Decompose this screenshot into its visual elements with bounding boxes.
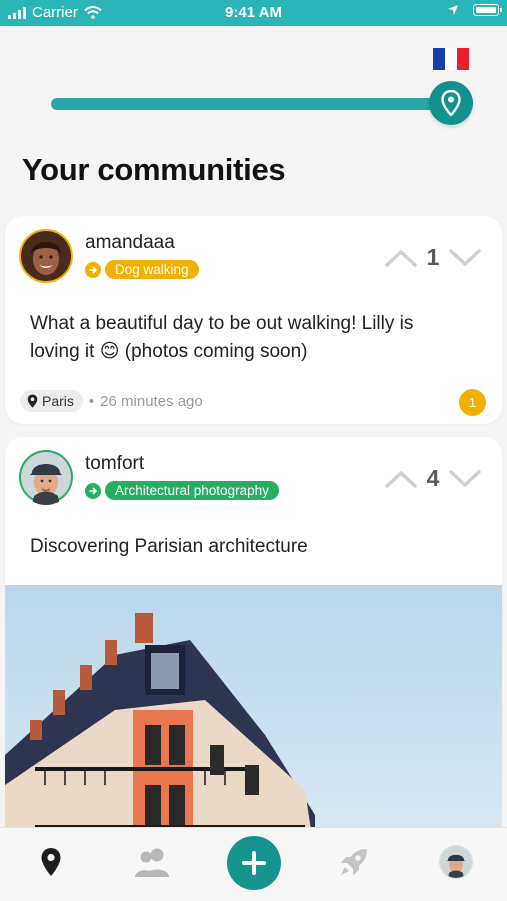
nav-people-icon[interactable] bbox=[132, 842, 172, 882]
avatar bbox=[439, 845, 473, 879]
post-photo[interactable] bbox=[5, 585, 502, 857]
vote-control: 4 bbox=[384, 465, 482, 492]
battery-icon bbox=[473, 4, 502, 16]
location-arrow-icon bbox=[448, 5, 458, 15]
community-label: Architectural photography bbox=[105, 481, 279, 500]
vote-count: 1 bbox=[426, 244, 440, 270]
nav-map-pin-icon[interactable] bbox=[31, 842, 71, 882]
france-flag-icon[interactable] bbox=[433, 48, 469, 70]
post-card[interactable]: tomfort Architectural photography 4 Disc… bbox=[5, 437, 502, 857]
post-text: Discovering Parisian architecture bbox=[30, 536, 308, 557]
status-right bbox=[447, 4, 502, 16]
post-card[interactable]: amandaaa Dog walking 1 What a beautiful … bbox=[5, 216, 502, 424]
arrow-right-icon bbox=[85, 261, 101, 278]
add-post-button[interactable] bbox=[227, 836, 281, 890]
separator-dot: • bbox=[88, 392, 95, 410]
username[interactable]: tomfort bbox=[85, 453, 144, 475]
map-pin-icon bbox=[441, 90, 461, 116]
community-label: Dog walking bbox=[105, 260, 199, 279]
comment-count-badge[interactable]: 1 bbox=[459, 389, 486, 416]
plus-icon bbox=[242, 851, 266, 875]
post-meta: Paris • 26 minutes ago bbox=[20, 390, 203, 412]
post-time: 26 minutes ago bbox=[100, 392, 203, 410]
clock: 9:41 AM bbox=[225, 4, 282, 21]
vote-control: 1 bbox=[384, 244, 482, 271]
progress-track bbox=[51, 98, 451, 110]
status-bar: Carrier 9:41 AM bbox=[0, 0, 507, 26]
nav-profile-avatar[interactable] bbox=[436, 842, 476, 882]
nav-rocket-icon[interactable] bbox=[334, 842, 374, 882]
community-tag[interactable]: Dog walking bbox=[85, 260, 199, 279]
bottom-nav bbox=[0, 827, 507, 901]
username[interactable]: amandaaa bbox=[85, 232, 175, 254]
post-text: What a beautiful day to be out walking! … bbox=[30, 313, 414, 362]
location-pin-icon bbox=[27, 394, 38, 408]
downvote-icon[interactable] bbox=[448, 469, 482, 489]
location-chip[interactable]: Paris bbox=[20, 390, 83, 412]
downvote-icon[interactable] bbox=[448, 248, 482, 268]
vote-count: 4 bbox=[426, 465, 440, 491]
avatar[interactable] bbox=[18, 449, 74, 505]
page-title: Your communities bbox=[22, 152, 286, 187]
community-tag[interactable]: Architectural photography bbox=[85, 481, 279, 500]
upvote-icon[interactable] bbox=[384, 248, 418, 268]
avatar[interactable] bbox=[18, 228, 74, 284]
progress-thumb[interactable] bbox=[429, 81, 473, 125]
upvote-icon[interactable] bbox=[384, 469, 418, 489]
location-label: Paris bbox=[42, 393, 74, 409]
arrow-right-icon bbox=[85, 482, 101, 499]
